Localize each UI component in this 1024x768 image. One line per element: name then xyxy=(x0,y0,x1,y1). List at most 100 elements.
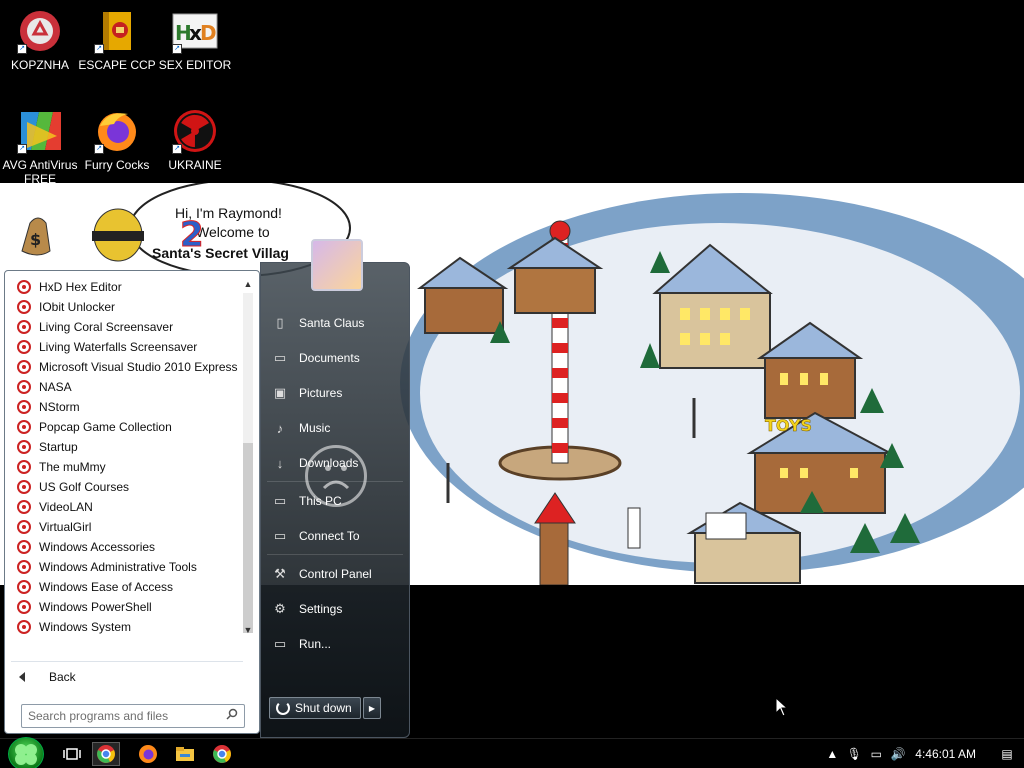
firefox-icon: ↗ xyxy=(94,108,140,154)
program-living-waterfalls[interactable]: Living Waterfalls Screensaver xyxy=(13,337,247,357)
program-startup[interactable]: Startup xyxy=(13,437,247,457)
recycle-icon: ↗ xyxy=(17,8,63,54)
program-hxd-hex-editor[interactable]: HxD Hex Editor xyxy=(13,277,247,297)
desktop-icon-escape-ccp[interactable]: ↗ ESCAPE CCP xyxy=(77,8,157,72)
taskbar-firefox[interactable] xyxy=(134,742,162,766)
program-iobit-unlocker[interactable]: IObit Unlocker xyxy=(13,297,247,317)
link-pictures[interactable]: ▣ Pictures xyxy=(271,383,343,403)
program-visual-studio[interactable]: Microsoft Visual Studio 2010 Express xyxy=(13,357,247,377)
link-documents[interactable]: ▭ Documents xyxy=(271,348,360,368)
taskbar-chrome-active[interactable] xyxy=(92,742,120,766)
program-windows-accessories[interactable]: Windows Accessories xyxy=(13,537,247,557)
desktop-icon-label: KOPZNHA xyxy=(10,58,69,72)
program-windows-ease-of-access[interactable]: Windows Ease of Access xyxy=(13,577,247,597)
scroll-track[interactable] xyxy=(243,293,253,633)
taskbar: ▲ 🎙 ▭ 🔊 4:46:01 AM ▤ xyxy=(0,737,1024,768)
folder-program-icon xyxy=(17,400,31,414)
program-windows-admin-tools[interactable]: Windows Administrative Tools xyxy=(13,557,247,577)
back-button[interactable]: Back xyxy=(19,667,76,687)
power-icon xyxy=(276,701,290,715)
program-videolan[interactable]: VideoLAN xyxy=(13,497,247,517)
show-hidden-icons-icon[interactable]: ▲ xyxy=(821,747,843,761)
svg-text:$: $ xyxy=(30,230,41,249)
system-tray: ▲ 🎙 ▭ 🔊 4:46:01 AM ▤ xyxy=(821,739,1024,768)
start-button[interactable] xyxy=(8,737,44,768)
computer-icon: ▭ xyxy=(273,493,287,508)
link-settings[interactable]: ⚙ Settings xyxy=(271,599,342,619)
folder-program-icon xyxy=(17,280,31,294)
taskbar-chrome[interactable] xyxy=(208,742,236,766)
taskbar-file-explorer[interactable] xyxy=(171,742,199,766)
link-connect-to[interactable]: ▭ Connect To xyxy=(271,526,360,546)
network-icon[interactable]: ▭ xyxy=(865,747,887,761)
program-nstorm[interactable]: NStorm xyxy=(13,397,247,417)
desktop-icon-ukraine[interactable]: ↗ UKRAINE xyxy=(155,108,235,172)
program-virtualgirl[interactable]: VirtualGirl xyxy=(13,517,247,537)
user-folder-icon: ▯ xyxy=(276,315,284,330)
run-icon: ▭ xyxy=(273,636,287,651)
folder-program-icon xyxy=(17,500,31,514)
desktop-icon-furry-cocks[interactable]: ↗ Furry Cocks xyxy=(77,108,157,172)
folder-program-icon xyxy=(17,320,31,334)
separator xyxy=(267,554,403,555)
network-icon: ▭ xyxy=(273,528,287,543)
wrench-icon: ⚒ xyxy=(274,566,286,581)
folder-program-icon xyxy=(17,420,31,434)
desktop-icon-label: Furry Cocks xyxy=(84,158,150,172)
all-programs-list: HxD Hex Editor IObit Unlocker Living Cor… xyxy=(13,277,247,637)
folder-program-icon xyxy=(17,620,31,634)
speech-line-2: Welcome to xyxy=(196,224,270,240)
folder-program-icon xyxy=(17,540,31,554)
scroll-thumb[interactable] xyxy=(243,443,253,633)
folder-program-icon xyxy=(17,440,31,454)
folder-program-icon xyxy=(17,600,31,614)
back-arrow-icon xyxy=(19,672,25,682)
folder-program-icon xyxy=(17,340,31,354)
link-santa-claus[interactable]: ▯ Santa Claus xyxy=(271,313,364,333)
search-input[interactable]: Search programs and files xyxy=(21,704,245,728)
start-menu-programs-pane: HxD Hex Editor IObit Unlocker Living Cor… xyxy=(4,270,260,734)
link-music[interactable]: ♪ Music xyxy=(271,418,331,438)
desktop-icon-sex-editor[interactable]: HxD ↗ SEX EDITOR xyxy=(155,8,235,72)
link-run[interactable]: ▭ Run... xyxy=(271,634,331,654)
lock-box-icon: ↗ xyxy=(94,8,140,54)
radiation-icon: ↗ xyxy=(172,108,218,154)
program-nasa[interactable]: NASA xyxy=(13,377,247,397)
document-icon: ▭ xyxy=(273,350,287,365)
folder-program-icon xyxy=(17,480,31,494)
programs-scrollbar[interactable]: ▲ ▼ xyxy=(241,279,255,639)
sad-face-overlay-icon xyxy=(305,445,367,507)
program-the-mummy[interactable]: The muMmy xyxy=(13,457,247,477)
task-view-button[interactable] xyxy=(58,742,86,766)
user-avatar[interactable] xyxy=(311,239,363,291)
desktop-icon-kopznha[interactable]: ↗ KOPZNHA xyxy=(0,8,80,72)
program-windows-powershell[interactable]: Windows PowerShell xyxy=(13,597,247,617)
shutdown-options-button[interactable]: ▶ xyxy=(363,697,381,719)
shutdown-group: Shut down ▶ xyxy=(269,697,381,719)
desktop-icon-label: UKRAINE xyxy=(168,158,222,172)
program-us-golf-courses[interactable]: US Golf Courses xyxy=(13,477,247,497)
link-control-panel[interactable]: ⚒ Control Panel xyxy=(271,564,372,584)
hxd-icon: HxD ↗ xyxy=(172,8,218,54)
scroll-up-icon[interactable]: ▲ xyxy=(241,279,255,293)
village-badge: 2 xyxy=(180,215,204,255)
shutdown-button[interactable]: Shut down xyxy=(269,697,361,719)
volume-icon[interactable]: 🔊 xyxy=(887,747,909,761)
avg-icon: ↗ xyxy=(17,108,63,154)
download-icon: ↓ xyxy=(276,455,284,471)
action-center-icon[interactable]: ▤ xyxy=(990,747,1024,761)
desktop-icon-label: AVG AntiVirus FREE xyxy=(2,158,78,186)
program-windows-system[interactable]: Windows System xyxy=(13,617,247,637)
chrome-icon xyxy=(97,745,115,763)
speech-line-3: Santa's Secret Villag xyxy=(152,245,289,261)
microphone-icon[interactable]: 🎙 xyxy=(843,747,865,761)
gear-icon: ⚙ xyxy=(274,601,286,616)
clock[interactable]: 4:46:01 AM xyxy=(915,747,976,761)
program-living-coral[interactable]: Living Coral Screensaver xyxy=(13,317,247,337)
toys-sign: TOYS xyxy=(765,416,812,435)
program-popcap[interactable]: Popcap Game Collection xyxy=(13,417,247,437)
picture-icon: ▣ xyxy=(273,385,287,400)
scroll-down-icon[interactable]: ▼ xyxy=(241,625,255,639)
desktop-icon-avg[interactable]: ↗ AVG AntiVirus FREE xyxy=(0,108,80,186)
svg-text:D: D xyxy=(200,21,217,45)
